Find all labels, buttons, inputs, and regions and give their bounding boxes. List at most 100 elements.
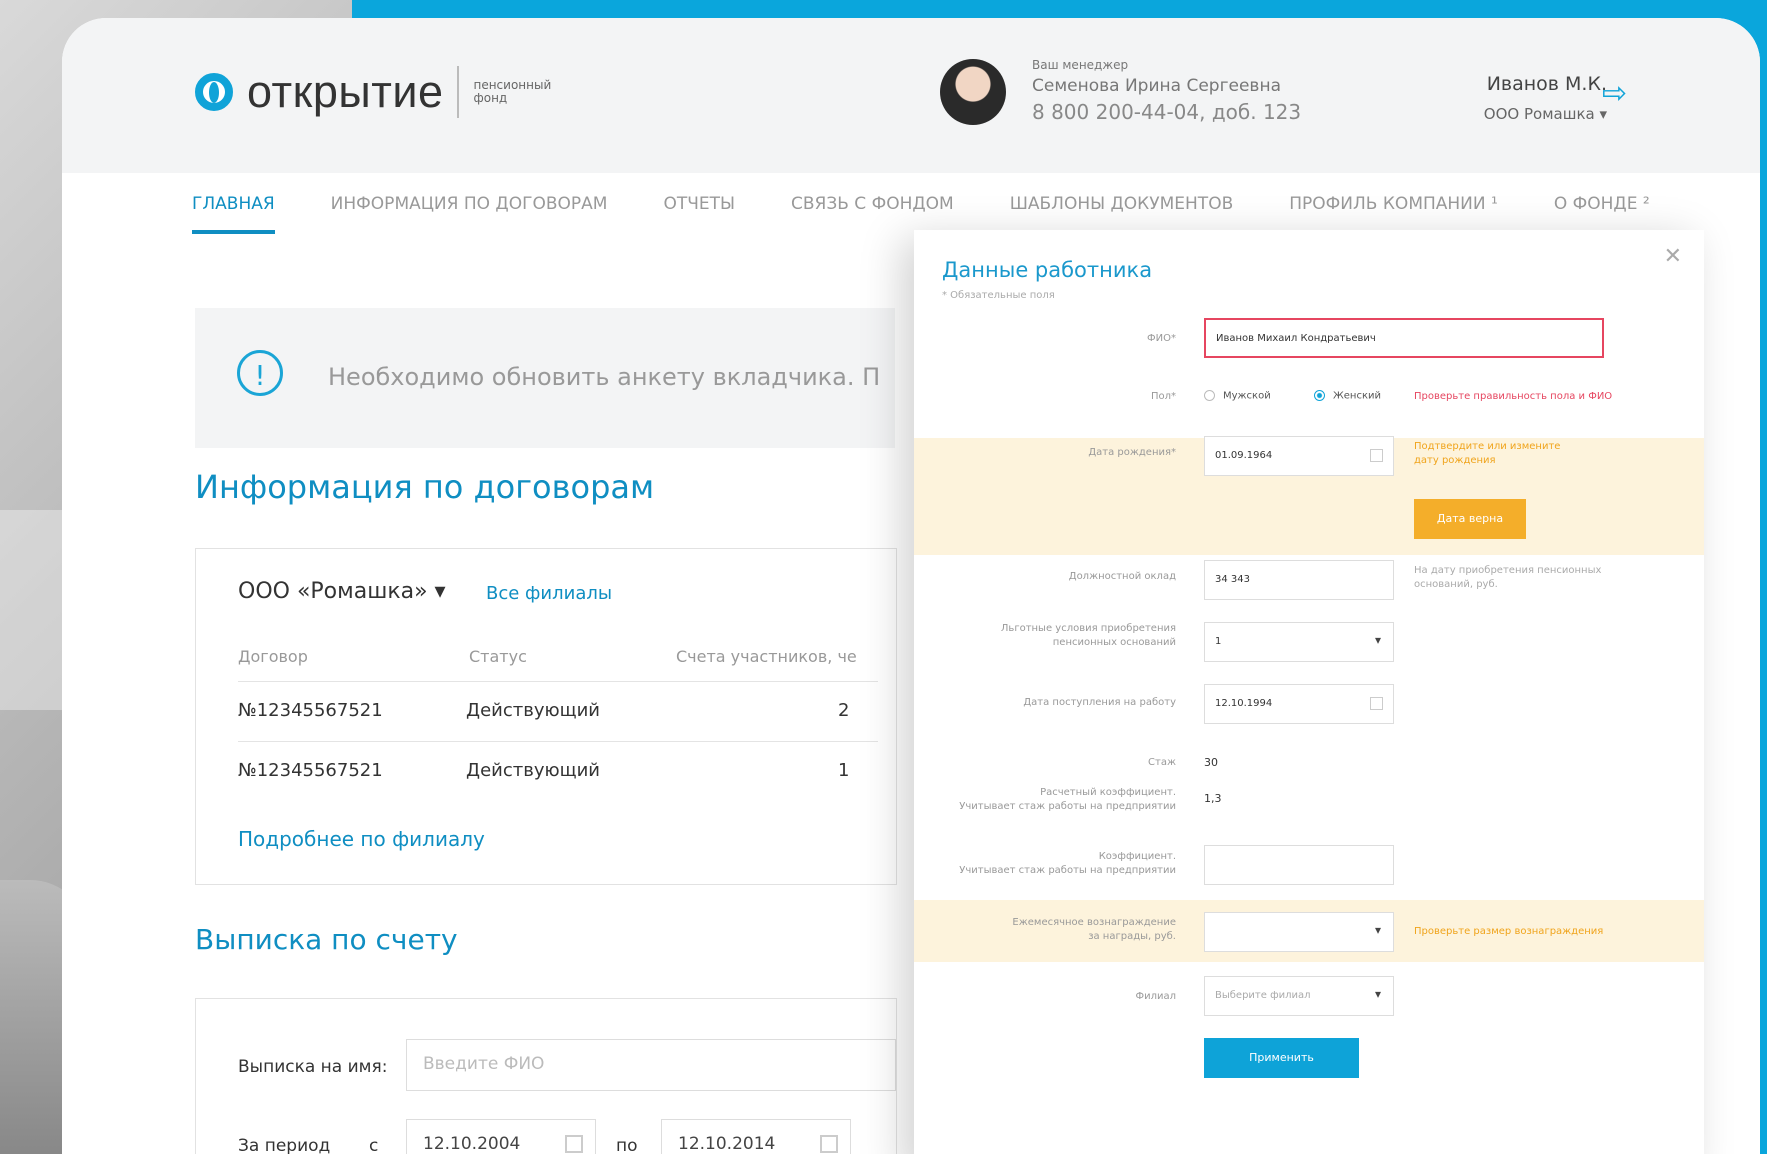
label-line: пенсионных оснований bbox=[1052, 637, 1176, 648]
column-header: Статус bbox=[469, 647, 527, 666]
calendar-icon[interactable] bbox=[820, 1135, 838, 1153]
manager-label: Ваш менеджер bbox=[1032, 58, 1129, 72]
manager-avatar bbox=[940, 59, 1006, 125]
chevron-down-icon: ▾ bbox=[1374, 633, 1381, 647]
period-from-value: 12.10.2004 bbox=[423, 1134, 521, 1154]
table-row[interactable]: №12345567521 Действующий 2 bbox=[238, 681, 878, 742]
participant-count: 1 bbox=[838, 760, 850, 781]
period-to-value: 12.10.2014 bbox=[678, 1134, 776, 1154]
tab-about-fund[interactable]: О ФОНДЕ ² bbox=[1554, 194, 1650, 234]
label-line: Учитывает стаж работы на предприятии bbox=[959, 801, 1176, 812]
org-dropdown[interactable]: ООО «Ромашка» ▾ bbox=[238, 579, 446, 604]
fio-input[interactable]: Иванов Михаил Кондратьевич bbox=[1204, 318, 1604, 358]
close-icon[interactable]: ✕ bbox=[1664, 244, 1682, 269]
bonus-hint: Проверьте размер вознаграждения bbox=[1414, 926, 1604, 937]
benefit-value: 1 bbox=[1215, 636, 1222, 647]
gender-hint: Проверьте правильность пола и ФИО bbox=[1414, 391, 1613, 402]
chevron-down-icon: ▾ bbox=[1374, 987, 1381, 1001]
manager-info: Ваш менеджер Семенова Ирина Сергеевна 8 … bbox=[1032, 58, 1301, 124]
statement-title: Выписка по счету bbox=[195, 923, 458, 956]
benefit-select[interactable]: 1 ▾ bbox=[1204, 622, 1394, 662]
date-ok-button[interactable]: Дата верна bbox=[1414, 499, 1526, 539]
all-branches-link[interactable]: Все филиалы bbox=[486, 583, 612, 604]
calendar-icon[interactable] bbox=[1370, 697, 1383, 710]
main-nav: ГЛАВНАЯ ИНФОРМАЦИЯ ПО ДОГОВОРАМ ОТЧЕТЫ С… bbox=[192, 194, 1706, 234]
user-menu[interactable]: Иванов М.К. ООО Ромашка ▾ bbox=[1417, 73, 1607, 123]
contract-number: №12345567521 bbox=[238, 760, 383, 781]
radio-off-icon bbox=[1204, 390, 1215, 401]
manager-phone: 8 800 200-44-04, доб. 123 bbox=[1032, 100, 1302, 124]
experience-label: Стаж bbox=[1148, 757, 1176, 768]
contracts-title: Информация по договорам bbox=[195, 468, 655, 506]
contract-number: №12345567521 bbox=[238, 700, 383, 721]
period-from-label: с bbox=[369, 1136, 379, 1154]
hire-date-label: Дата поступления на работу bbox=[1023, 697, 1176, 708]
fio-label: ФИО* bbox=[1147, 333, 1176, 344]
tab-contracts-info[interactable]: ИНФОРМАЦИЯ ПО ДОГОВОРАМ bbox=[331, 194, 608, 234]
calendar-icon[interactable] bbox=[1370, 449, 1383, 462]
statement-name-input[interactable]: Введите ФИО bbox=[406, 1039, 896, 1091]
alert-text: Необходимо обновить анкету вкладчика. П bbox=[328, 363, 881, 391]
statement-card: Выписка на имя: Введите ФИО За период с … bbox=[195, 998, 897, 1154]
birth-date-input[interactable]: 01.09.1964 bbox=[1204, 436, 1394, 476]
hint-line: оснований, руб. bbox=[1414, 579, 1498, 590]
exclamation-icon: ! bbox=[237, 350, 283, 396]
tab-reports[interactable]: ОТЧЕТЫ bbox=[663, 194, 735, 234]
user-org-dropdown[interactable]: ООО Ромашка ▾ bbox=[1417, 105, 1607, 123]
logo-subtitle: пенсионный фонд bbox=[473, 79, 551, 105]
tab-document-templates[interactable]: ШАБЛОНЫ ДОКУМЕНТОВ bbox=[1010, 194, 1234, 234]
hire-date-input[interactable]: 12.10.1994 bbox=[1204, 684, 1394, 724]
logout-icon[interactable]: ⇨ bbox=[1602, 76, 1627, 111]
salary-hint: На дату приобретения пенсионных основани… bbox=[1414, 564, 1601, 592]
logo-divider bbox=[457, 66, 460, 118]
hint-line: дату рождения bbox=[1414, 455, 1496, 466]
filial-label: Филиал bbox=[1135, 991, 1176, 1002]
period-to-label: по bbox=[616, 1136, 638, 1154]
birth-date-hint: Подтвердите или измените дату рождения bbox=[1414, 440, 1560, 468]
tab-contact-fund[interactable]: СВЯЗЬ С ФОНДОМ bbox=[791, 194, 954, 234]
label-line: за награды, руб. bbox=[1088, 931, 1176, 942]
tab-company-profile[interactable]: ПРОФИЛЬ КОМПАНИИ ¹ bbox=[1289, 194, 1498, 234]
column-header: Счета участников, че bbox=[676, 647, 857, 666]
modal-title: Данные работника bbox=[942, 258, 1153, 282]
column-header: Договор bbox=[238, 647, 308, 666]
hire-date-value: 12.10.1994 bbox=[1215, 698, 1273, 709]
logo[interactable]: открытие пенсионный фонд bbox=[195, 66, 551, 118]
apply-button[interactable]: Применить bbox=[1204, 1038, 1359, 1078]
contracts-card: ООО «Ромашка» ▾ Все филиалы Договор Стат… bbox=[195, 548, 897, 885]
label-line: Ежемесячное вознаграждение bbox=[1012, 917, 1176, 928]
label-line: Учитывает стаж работы на предприятии bbox=[959, 865, 1176, 876]
label-line: Коэффициент. bbox=[1098, 851, 1176, 862]
salary-input[interactable]: 34 343 bbox=[1204, 560, 1394, 600]
hint-line: Подтвердите или измените bbox=[1414, 441, 1561, 452]
label-line: Льготные условия приобретения bbox=[1000, 623, 1176, 634]
contract-status: Действующий bbox=[466, 700, 600, 721]
alert-banner: ! Необходимо обновить анкету вкладчика. … bbox=[195, 308, 895, 448]
bonus-select[interactable]: ▾ bbox=[1204, 912, 1394, 952]
gender-female-radio[interactable]: Женский bbox=[1314, 390, 1381, 402]
calc-coef-value: 1,3 bbox=[1204, 792, 1222, 805]
required-note: * Обязательные поля bbox=[942, 290, 1055, 301]
hint-line: На дату приобретения пенсионных bbox=[1414, 565, 1602, 576]
salary-label: Должностной оклад bbox=[1068, 571, 1176, 582]
contract-status: Действующий bbox=[466, 760, 600, 781]
participant-count: 2 bbox=[838, 700, 850, 721]
branch-details-link[interactable]: Подробнее по филиалу bbox=[238, 827, 485, 851]
filial-select[interactable]: Выберите филиал ▾ bbox=[1204, 976, 1394, 1016]
bonus-label: Ежемесячное вознаграждение за награды, р… bbox=[876, 916, 1176, 944]
period-to-input[interactable]: 12.10.2014 bbox=[661, 1119, 851, 1154]
gender-male-radio[interactable]: Мужской bbox=[1204, 390, 1271, 402]
logo-subtitle-line: фонд bbox=[473, 91, 508, 105]
period-from-input[interactable]: 12.10.2004 bbox=[406, 1119, 596, 1154]
logo-text: открытие bbox=[247, 66, 444, 117]
birth-date-value: 01.09.1964 bbox=[1215, 450, 1273, 461]
tab-home[interactable]: ГЛАВНАЯ bbox=[192, 194, 275, 234]
calendar-icon[interactable] bbox=[565, 1135, 583, 1153]
logo-mark-icon bbox=[195, 73, 233, 111]
radio-on-icon bbox=[1314, 390, 1325, 401]
coef-input[interactable] bbox=[1204, 845, 1394, 885]
experience-value: 30 bbox=[1204, 756, 1218, 769]
table-row[interactable]: №12345567521 Действующий 1 bbox=[238, 741, 878, 802]
label-line: Расчетный коэффициент. bbox=[1040, 787, 1176, 798]
gender-male-label: Мужской bbox=[1223, 390, 1271, 402]
